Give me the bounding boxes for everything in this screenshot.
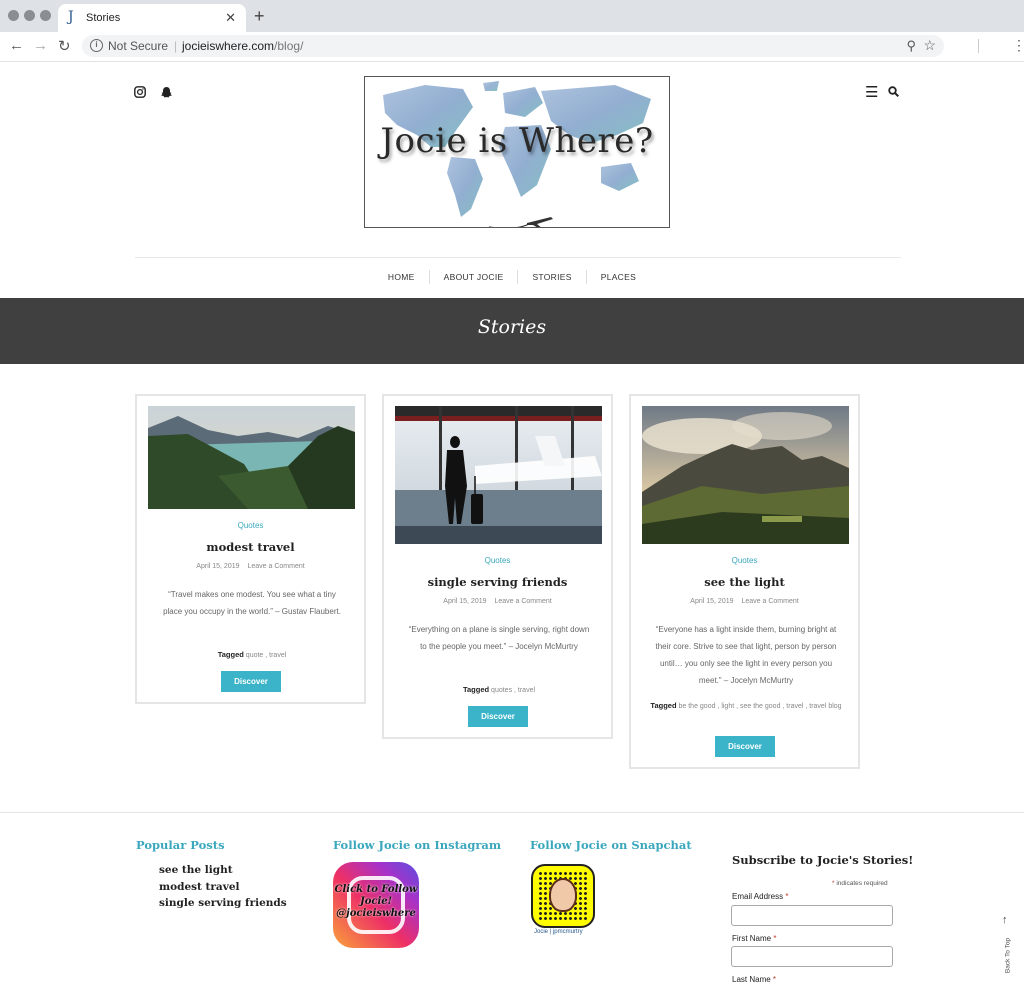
post-card: Quotes single serving friends April 15, … (382, 394, 613, 739)
popular-post-link[interactable]: see the light (159, 862, 287, 879)
post-meta: April 15, 2019 Leave a Comment (137, 563, 364, 570)
post-tags: Tagged quotes , travel (462, 685, 536, 694)
first-name-field[interactable] (731, 946, 893, 967)
back-arrow-icon[interactable]: ← (9, 37, 24, 54)
post-date: April 15, 2019 (196, 563, 240, 570)
popular-posts-list: see the light modest travel single servi… (159, 862, 287, 912)
up-arrow-icon: ↑ (1002, 914, 1008, 926)
favicon-icon: J (68, 9, 74, 25)
snapcode-image[interactable] (531, 864, 595, 928)
tab-title: Stories (86, 12, 121, 24)
url-input[interactable]: i Not Secure | jocieiswhere.com/blog/ ⚲ … (82, 35, 944, 57)
post-meta: April 15, 2019 Leave a Comment (384, 598, 611, 605)
email-label: Email Address * (732, 892, 789, 901)
post-image-mountain[interactable] (642, 406, 849, 544)
required-note: * indicates required (832, 880, 888, 887)
post-tags: Tagged be the good , light , see the goo… (650, 701, 842, 710)
back-to-top-label: Back To Top (1004, 937, 1012, 974)
nav-item-places[interactable]: PLACES (585, 270, 650, 284)
popular-posts-title: Popular Posts (136, 838, 225, 852)
post-title[interactable]: modest travel (137, 540, 364, 554)
logo-text: Jocie is Where? (380, 121, 654, 161)
popular-post-link[interactable]: modest travel (159, 879, 287, 896)
discover-button[interactable]: Discover (715, 736, 775, 757)
browser-tab-bar: J Stories ✕ + (0, 0, 1024, 32)
snapchat-caption: Jocie | jpmcmurtry (534, 929, 583, 935)
post-card: Quotes modest travel April 15, 2019 Leave… (135, 394, 366, 704)
instagram-follow-badge[interactable]: Click to Follow Jocie! @jocieiswhere (333, 862, 419, 948)
subscribe-title: Subscribe to Jocie's Stories! (732, 853, 914, 867)
close-tab-icon[interactable]: ✕ (225, 10, 236, 26)
nav-item-about-jocie[interactable]: ABOUT JOCIE (428, 270, 518, 284)
popular-post-link[interactable]: single serving friends (159, 895, 287, 912)
post-image-airport[interactable] (395, 406, 602, 544)
post-tags: Tagged quote , travel (217, 650, 287, 659)
airplane-icon (489, 217, 553, 227)
discover-button[interactable]: Discover (221, 671, 281, 692)
nav-item-home[interactable]: HOME (374, 270, 429, 284)
star-icon[interactable]: ☆ (923, 37, 936, 54)
window-close-dot[interactable] (8, 10, 19, 21)
search-icon[interactable] (888, 83, 900, 101)
post-excerpt: “Everything on a plane is single serving… (408, 625, 590, 651)
post-title[interactable]: see the light (631, 575, 858, 589)
post-category[interactable]: Quotes (137, 521, 364, 530)
forward-arrow-icon[interactable]: → (33, 37, 48, 54)
browser-tab[interactable]: J Stories ✕ (58, 4, 246, 32)
zoom-icon[interactable]: ⚲ (906, 38, 916, 54)
discover-button[interactable]: Discover (468, 706, 528, 727)
post-category[interactable]: Quotes (384, 556, 611, 565)
address-bar: ← → ↻ i Not Secure | jocieiswhere.com/bl… (0, 32, 1024, 62)
security-label: Not Secure (108, 39, 169, 53)
post-date: April 15, 2019 (443, 598, 487, 605)
post-excerpt: “Everyone has a light inside them, burni… (655, 625, 837, 685)
comment-link[interactable]: Leave a Comment (742, 598, 799, 605)
nav-item-stories[interactable]: STORIES (517, 270, 585, 284)
back-to-top-button[interactable]: ↑ Back To Top (998, 914, 1016, 978)
post-category[interactable]: Quotes (631, 556, 858, 565)
page-title: Stories (477, 316, 547, 338)
comment-link[interactable]: Leave a Comment (495, 598, 552, 605)
instagram-icon[interactable] (134, 86, 146, 101)
site-logo[interactable]: Jocie is Where? (364, 76, 670, 228)
instagram-widget-title: Follow Jocie on Instagram (333, 838, 502, 852)
post-card: Quotes see the light April 15, 2019 Leave… (629, 394, 860, 769)
window-maximize-dot[interactable] (40, 10, 51, 21)
snapchat-widget-title: Follow Jocie on Snapchat (530, 838, 692, 852)
bitmoji-avatar (549, 878, 577, 912)
post-image-lake[interactable] (148, 406, 355, 509)
email-field[interactable] (731, 905, 893, 926)
info-icon[interactable]: i (90, 39, 103, 52)
reload-icon[interactable]: ↻ (58, 37, 71, 55)
window-minimize-dot[interactable] (24, 10, 35, 21)
snapchat-icon[interactable] (160, 86, 173, 102)
post-meta: April 15, 2019 Leave a Comment (631, 598, 858, 605)
page-banner: Stories (0, 298, 1024, 364)
url-text: jocieiswhere.com/blog/ (182, 39, 304, 53)
post-date: April 15, 2019 (690, 598, 734, 605)
menu-icon[interactable]: ⋮ (1012, 37, 1024, 54)
post-excerpt: “Travel makes one modest. You see what a… (163, 590, 341, 616)
post-title[interactable]: single serving friends (384, 575, 611, 589)
new-tab-icon[interactable]: + (254, 6, 265, 27)
first-name-label: First Name * (732, 934, 777, 943)
instagram-badge-text: Click to Follow Jocie! @jocieiswhere (334, 884, 418, 919)
main-navigation: HOME ABOUT JOCIE STORIES PLACES (0, 270, 1024, 284)
comment-link[interactable]: Leave a Comment (248, 563, 305, 570)
last-name-label: Last Name * (732, 975, 777, 984)
hamburger-icon[interactable]: ☰ (865, 83, 878, 101)
